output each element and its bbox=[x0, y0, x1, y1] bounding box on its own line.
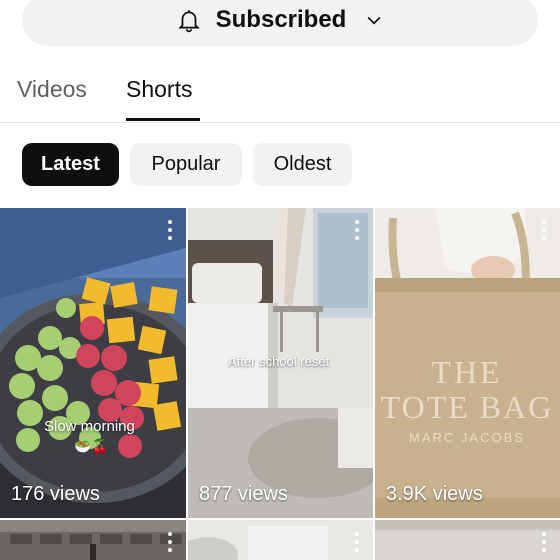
tote-bag-image: THE TOTE BAG MARC JACOBS bbox=[375, 208, 560, 518]
shorts-grid: Slow morning 🥗🍒 176 views After school r… bbox=[0, 208, 560, 560]
more-options-icon[interactable] bbox=[164, 532, 176, 552]
thumbnail-image bbox=[188, 520, 373, 560]
sort-chips: Latest Popular Oldest bbox=[0, 143, 560, 187]
more-options-icon[interactable] bbox=[538, 220, 550, 240]
tab-shorts[interactable]: Shorts bbox=[126, 76, 192, 103]
short-thumbnail[interactable] bbox=[188, 520, 373, 560]
more-options-icon[interactable] bbox=[538, 532, 550, 552]
subscribed-label: Subscribed bbox=[215, 6, 347, 33]
short-caption: Slow morning bbox=[44, 418, 135, 435]
more-options-icon[interactable] bbox=[351, 532, 363, 552]
fruit-bowl-image bbox=[0, 208, 186, 518]
tab-videos[interactable]: Videos bbox=[17, 76, 87, 103]
active-tab-indicator bbox=[126, 118, 200, 121]
subscribed-button[interactable]: Subscribed bbox=[22, 0, 538, 46]
view-count: 877 views bbox=[199, 483, 288, 505]
chip-latest[interactable]: Latest bbox=[22, 143, 119, 186]
bell-icon bbox=[176, 7, 202, 33]
chevron-down-icon bbox=[364, 10, 384, 30]
channel-tabs: Videos Shorts bbox=[0, 64, 560, 123]
thumbnail-image bbox=[0, 520, 186, 560]
bag-text-the: THE bbox=[431, 354, 502, 390]
short-thumbnail[interactable] bbox=[0, 520, 186, 560]
thumbnail-image bbox=[375, 520, 560, 560]
short-thumbnail-tote-bag[interactable]: THE TOTE BAG MARC JACOBS 3.9K views bbox=[375, 208, 560, 518]
short-caption: After school reset bbox=[228, 354, 330, 369]
bag-text-brand: MARC JACOBS bbox=[409, 430, 525, 445]
short-thumbnail[interactable] bbox=[375, 520, 560, 560]
chip-oldest[interactable]: Oldest bbox=[253, 143, 352, 186]
view-count: 3.9K views bbox=[386, 483, 483, 505]
short-thumbnail-fruit-bowl[interactable]: Slow morning 🥗🍒 176 views bbox=[0, 208, 186, 518]
view-count: 176 views bbox=[11, 483, 100, 505]
subscribe-area: Subscribed bbox=[0, 0, 560, 52]
short-caption-emoji: 🥗🍒 bbox=[74, 438, 109, 454]
bag-text-tote-bag: TOTE BAG bbox=[381, 389, 554, 425]
more-options-icon[interactable] bbox=[351, 220, 363, 240]
more-options-icon[interactable] bbox=[164, 220, 176, 240]
short-thumbnail-bedroom[interactable]: After school reset 877 views bbox=[188, 208, 373, 518]
chip-popular[interactable]: Popular bbox=[130, 143, 242, 186]
